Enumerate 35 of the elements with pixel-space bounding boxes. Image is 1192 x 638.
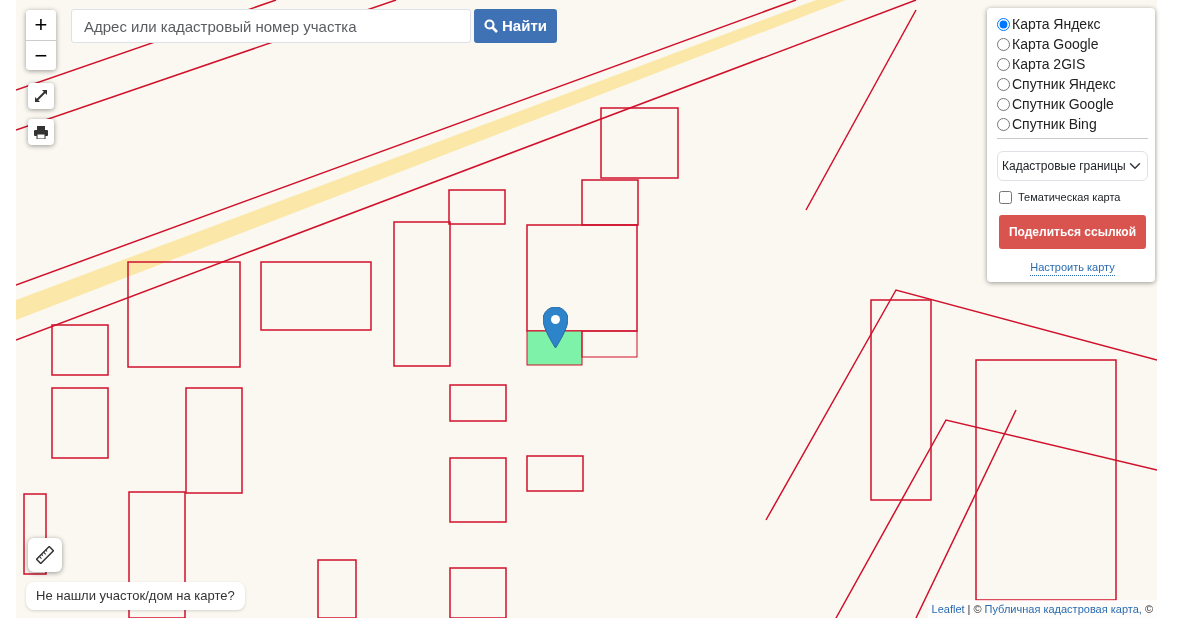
zoom-out-button[interactable]: − [26,40,56,70]
layer-option[interactable]: Спутник Яндекс [997,74,1148,94]
search-field[interactable]: Адрес или кадастровый номер участка [71,9,471,43]
layer-radio[interactable] [997,77,1010,91]
share-link-button[interactable]: Поделиться ссылкой [998,214,1147,249]
zoom-in-button[interactable]: + [26,10,56,40]
layer-option[interactable]: Спутник Google [997,94,1148,114]
print-button[interactable] [28,119,54,145]
layer-option[interactable]: Карта Google [997,34,1148,54]
map-marker-icon[interactable] [543,307,568,348]
leaflet-link[interactable]: Leaflet [931,600,965,617]
find-button[interactable]: Найти [474,9,557,43]
separator-text: | [967,601,971,617]
search-icon [484,19,498,33]
not-found-message[interactable]: Не нашли участок/дом на карте? [26,582,245,610]
thematic-map-checkbox[interactable] [999,190,1012,204]
print-icon [34,125,48,139]
thematic-map-label[interactable]: Тематическая карта [1018,189,1121,206]
layer-radio[interactable] [997,97,1010,111]
configure-map-link[interactable]: Настроить карту [1030,258,1115,276]
copyright-text: © [1144,601,1153,617]
copyright-text: © [973,601,982,617]
ruler-button[interactable] [28,538,62,572]
cadastral-map-link[interactable]: Публичная кадастровая карта, [984,600,1142,617]
layer-radio[interactable] [997,117,1010,131]
layer-radio[interactable] [997,37,1010,51]
ruler-icon [36,546,54,564]
layer-radio[interactable] [997,17,1010,31]
layer-option[interactable]: Карта Яндекс [997,14,1148,34]
overlay-select[interactable]: Кадастровые границы [997,151,1148,181]
layer-radio[interactable] [997,57,1010,71]
layer-option[interactable]: Спутник Bing [997,114,1148,134]
diagonal-arrows-icon [34,89,48,103]
fullscreen-button[interactable] [28,83,54,109]
layer-option[interactable]: Карта 2GIS [997,54,1148,74]
